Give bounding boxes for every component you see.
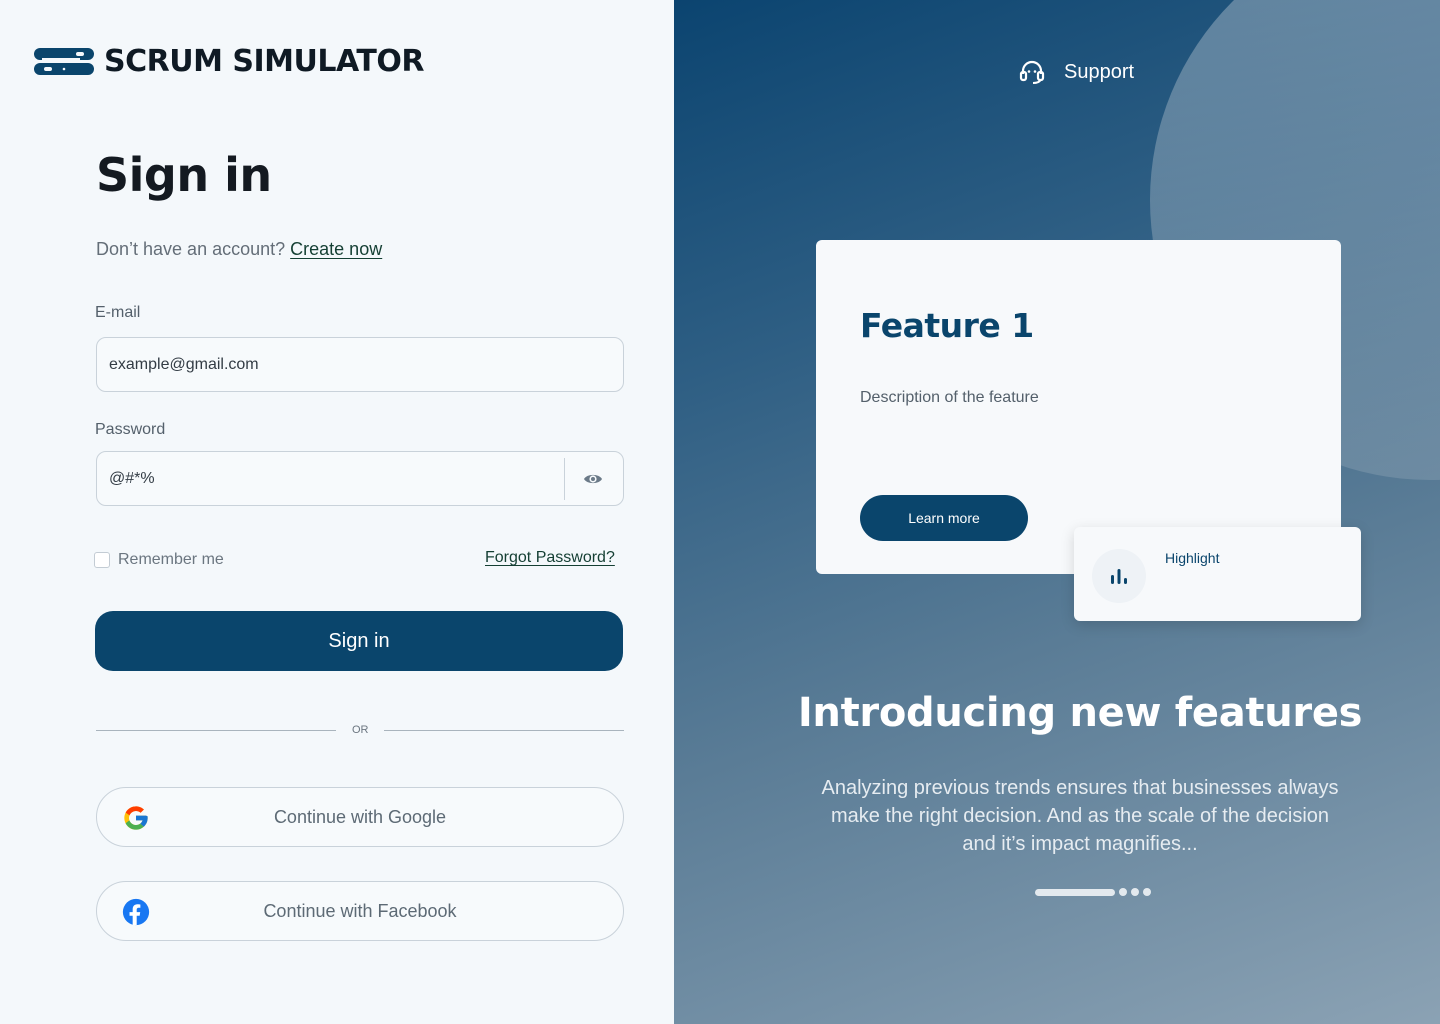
remember-checkbox[interactable] <box>94 552 110 568</box>
email-label: E-mail <box>95 304 141 321</box>
google-button-label: Continue with Google <box>273 806 447 827</box>
carousel-dot[interactable] <box>1119 888 1127 896</box>
carousel-indicator <box>1035 888 1155 896</box>
create-account-link[interactable]: Create now <box>290 239 382 259</box>
no-account-text: Don’t have an account? <box>96 239 286 259</box>
scrum-simulator-logo-icon <box>34 47 94 75</box>
google-signin-button[interactable]: Continue with Google <box>96 787 624 847</box>
brand-name: SCRUM SIMULATOR <box>104 44 424 79</box>
carousel-dot[interactable] <box>1131 888 1139 896</box>
promo-headline: Introducing new features <box>797 690 1363 736</box>
brand-logo[interactable]: SCRUM SIMULATOR <box>32 44 424 79</box>
signin-panel: SCRUM SIMULATOR Sign in Don’t have an ac… <box>0 0 674 1024</box>
learn-more-button[interactable]: Learn more <box>860 495 1028 541</box>
forgot-password-link[interactable]: Forgot Password? <box>485 549 615 567</box>
support-link[interactable]: Support <box>1018 58 1134 86</box>
password-label: Password <box>95 421 166 438</box>
highlight-card: Highlight <box>1074 527 1361 621</box>
carousel-dot[interactable] <box>1143 888 1151 896</box>
divider-right <box>384 730 624 731</box>
remember-me[interactable]: Remember me <box>94 551 224 569</box>
sign-in-button[interactable]: Sign in <box>95 611 623 671</box>
feature-title: Feature 1 <box>860 306 1034 345</box>
remember-label: Remember me <box>118 551 224 568</box>
signup-prompt: Don’t have an account? Create now <box>96 239 382 260</box>
password-divider <box>564 458 565 500</box>
facebook-signin-button[interactable]: Continue with Facebook <box>96 881 624 941</box>
email-value: example@gmail.com <box>109 355 259 373</box>
carousel-dot-active[interactable] <box>1035 888 1115 896</box>
email-field[interactable]: example@gmail.com <box>96 337 624 392</box>
feature-description: Description of the feature <box>860 389 1039 406</box>
promo-panel: Support Feature 1 Description of the fea… <box>674 0 1440 1024</box>
password-value: @#*% <box>109 469 155 487</box>
facebook-icon <box>121 897 151 927</box>
headset-icon <box>1019 60 1045 84</box>
bar-chart-icon <box>1092 549 1146 603</box>
facebook-button-label: Continue with Facebook <box>263 900 457 921</box>
feature-card: Feature 1 Description of the feature Lea… <box>816 240 1341 574</box>
promo-subtext: Analyzing previous trends ensures that b… <box>821 777 1339 855</box>
divider-left <box>96 730 336 731</box>
support-label: Support <box>1064 60 1135 83</box>
page-title: Sign in <box>96 148 272 202</box>
or-divider-text: OR <box>352 724 369 736</box>
highlight-label: Highlight <box>1165 550 1220 566</box>
eye-icon[interactable] <box>583 469 603 489</box>
password-field[interactable]: @#*% <box>96 451 624 506</box>
google-icon <box>121 803 151 833</box>
